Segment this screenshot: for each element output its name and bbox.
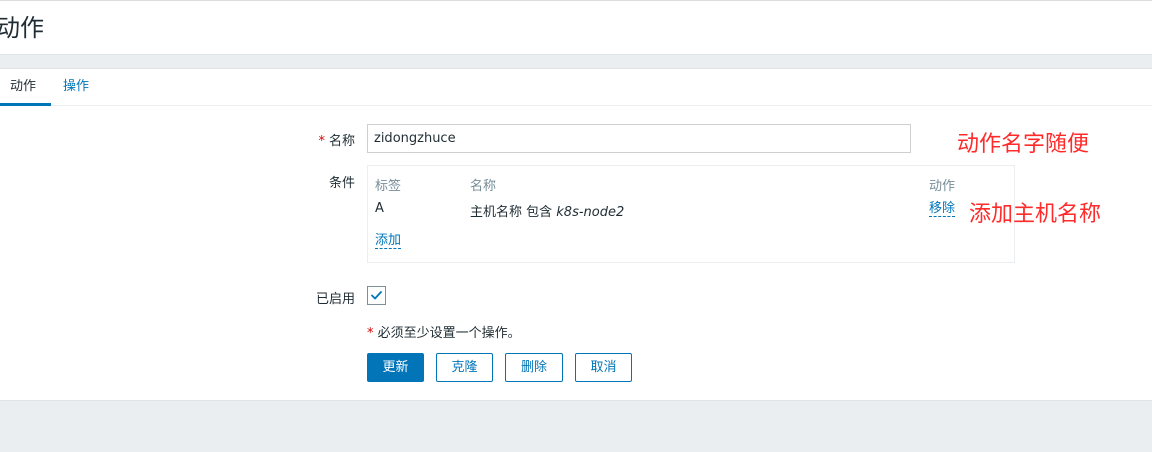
operation-required-note: * 必须至少设置一个操作。 — [367, 326, 521, 341]
tab-bar: 动作 操作 — [0, 69, 1152, 106]
delete-button[interactable]: 删除 — [505, 353, 563, 382]
remove-condition-link[interactable]: 移除 — [929, 201, 956, 217]
tab-action[interactable]: 动作 — [0, 69, 51, 106]
column-header-name: 名称 — [470, 179, 497, 194]
tab-operations[interactable]: 操作 — [63, 69, 89, 106]
name-label: * 名称 — [318, 134, 355, 149]
page-title: 动作 — [0, 14, 44, 42]
required-mark: * — [318, 134, 325, 149]
clone-button[interactable]: 克隆 — [436, 353, 493, 382]
add-condition-link[interactable]: 添加 — [375, 233, 402, 249]
annotation-name-hint: 动作名字随便 — [957, 132, 1090, 157]
annotation-host-hint: 添加主机名称 — [969, 202, 1102, 227]
enabled-label: 已启用 — [315, 292, 355, 307]
name-input[interactable] — [367, 124, 911, 153]
update-button[interactable]: 更新 — [367, 353, 424, 382]
column-header-action: 动作 — [929, 179, 956, 194]
condition-name-cell: 主机名称 包含 k8s-node2 — [470, 205, 625, 220]
conditions-table: 标签 名称 动作 A 主机名称 包含 k8s-node2 移除 添加 — [367, 165, 1015, 263]
enabled-checkbox[interactable] — [367, 286, 386, 305]
action-form-panel: 动作 操作 *名称 条件 标签 名称 动作 A 主机名称 包含 k8s-node… — [0, 68, 1152, 401]
condition-value: k8s-node2 — [556, 205, 625, 220]
checkmark-icon — [371, 291, 382, 300]
condition-tag-cell: A — [375, 201, 384, 216]
cancel-button[interactable]: 取消 — [575, 353, 632, 382]
conditions-label: 条件 — [328, 176, 355, 191]
column-header-tag: 标签 — [375, 179, 402, 194]
page-header: 动作 — [0, 1, 1152, 55]
